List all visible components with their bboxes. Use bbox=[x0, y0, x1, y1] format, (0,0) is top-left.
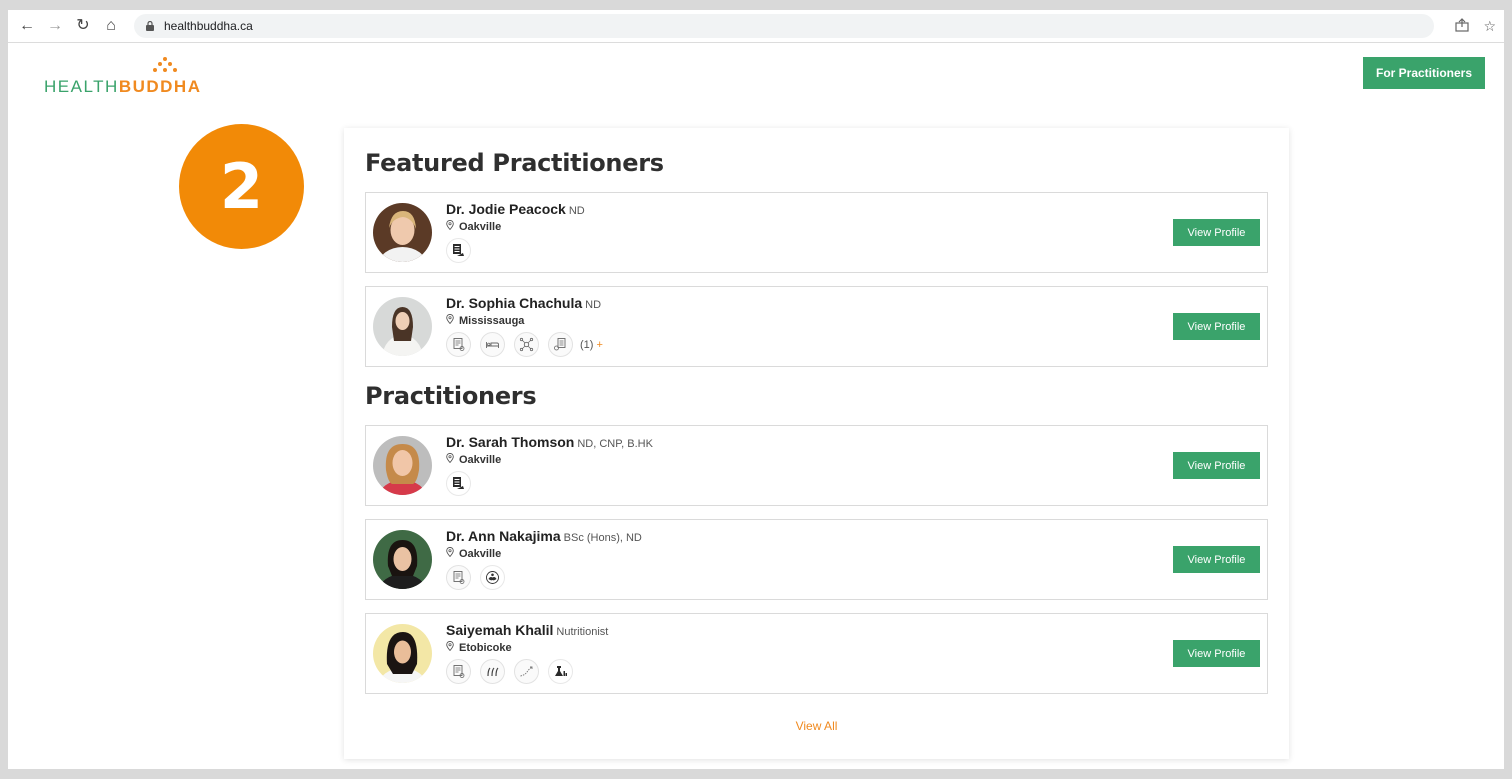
name-text: Saiyemah Khalil bbox=[446, 622, 554, 638]
logo-health: HEALTH bbox=[44, 77, 119, 96]
name-text: Dr. Sophia Chachula bbox=[446, 295, 583, 311]
home-icon[interactable]: ⌂ bbox=[102, 17, 120, 35]
prescription-icon bbox=[446, 659, 471, 684]
practitioner-name[interactable]: Dr. Ann Nakajima BSc (Hons), ND bbox=[446, 528, 642, 544]
practitioner-location: Etobicoke bbox=[446, 641, 512, 654]
practitioners-card: Featured Practitioners Dr. Jodie Peacock… bbox=[344, 128, 1289, 759]
practitioner-name[interactable]: Dr. Jodie Peacock ND bbox=[446, 201, 585, 217]
practitioner-row: Saiyemah Khalil Nutritionist Etobicoke V… bbox=[365, 613, 1268, 694]
url-text: healthbuddha.ca bbox=[164, 19, 253, 33]
service-icons bbox=[446, 659, 573, 684]
growth-icon bbox=[514, 659, 539, 684]
practitioner-name[interactable]: Saiyemah Khalil Nutritionist bbox=[446, 622, 608, 638]
back-icon[interactable]: ← bbox=[18, 17, 36, 35]
view-profile-button[interactable]: View Profile bbox=[1173, 640, 1260, 667]
location-pin-icon bbox=[446, 453, 454, 466]
name-text: Dr. Jodie Peacock bbox=[446, 201, 566, 217]
address-bar[interactable]: healthbuddha.ca bbox=[134, 14, 1434, 38]
avatar bbox=[373, 624, 432, 683]
view-all-link[interactable]: View All bbox=[344, 719, 1289, 733]
logo-dots-icon bbox=[153, 57, 177, 72]
leaves-icon bbox=[480, 659, 505, 684]
practitioner-location: Oakville bbox=[446, 453, 501, 466]
bed-icon bbox=[480, 332, 505, 357]
location-text: Oakville bbox=[459, 547, 502, 560]
browser-window: ← → ↻ ⌂ healthbuddha.ca ☆ HEALTHBUDDHA F… bbox=[8, 10, 1504, 769]
reload-icon[interactable]: ↻ bbox=[74, 17, 92, 35]
credentials: ND bbox=[568, 205, 585, 217]
name-text: Dr. Sarah Thomson bbox=[446, 434, 575, 450]
network-icon bbox=[514, 332, 539, 357]
forward-icon[interactable]: → bbox=[46, 17, 64, 35]
for-practitioners-button[interactable]: For Practitioners bbox=[1363, 57, 1485, 89]
lab-icon bbox=[548, 659, 573, 684]
practitioner-location: Oakville bbox=[446, 220, 501, 233]
share-icon[interactable] bbox=[1455, 18, 1470, 35]
location-text: Etobicoke bbox=[459, 641, 512, 654]
hands-icon bbox=[480, 565, 505, 590]
service-icons bbox=[446, 471, 471, 496]
location-pin-icon bbox=[446, 314, 454, 327]
location-text: Oakville bbox=[459, 453, 502, 466]
clinic-list-icon bbox=[548, 332, 573, 357]
practitioner-name[interactable]: Dr. Sarah Thomson ND, CNP, B.HK bbox=[446, 434, 653, 450]
bookmark-star-icon[interactable]: ☆ bbox=[1483, 18, 1496, 35]
location-pin-icon bbox=[446, 220, 454, 233]
practitioner-row: Dr. Ann Nakajima BSc (Hons), ND Oakville … bbox=[365, 519, 1268, 600]
logo-buddha: BUDDHA bbox=[118, 77, 202, 96]
prescription-icon bbox=[446, 565, 471, 590]
avatar bbox=[373, 297, 432, 356]
credentials: BSc (Hons), ND bbox=[563, 532, 642, 544]
location-text: Mississauga bbox=[459, 314, 525, 327]
practitioner-row: Dr. Sophia Chachula ND Mississauga (1) +… bbox=[365, 286, 1268, 367]
practitioner-location: Oakville bbox=[446, 547, 501, 560]
more-plus: + bbox=[596, 338, 603, 351]
location-pin-icon bbox=[446, 641, 454, 654]
lock-icon bbox=[146, 21, 154, 31]
view-profile-button[interactable]: View Profile bbox=[1173, 452, 1260, 479]
credentials: ND bbox=[585, 299, 602, 311]
healthbuddha-logo[interactable]: HEALTHBUDDHA bbox=[44, 54, 234, 104]
clinic-list-icon bbox=[446, 238, 471, 263]
more-services[interactable]: (1) + bbox=[580, 339, 603, 351]
practitioners-title: Practitioners bbox=[365, 382, 537, 410]
practitioner-location: Mississauga bbox=[446, 314, 524, 327]
location-text: Oakville bbox=[459, 220, 502, 233]
view-profile-button[interactable]: View Profile bbox=[1173, 219, 1260, 246]
avatar bbox=[373, 203, 432, 262]
avatar bbox=[373, 436, 432, 495]
service-icons bbox=[446, 238, 471, 263]
service-icons bbox=[446, 565, 505, 590]
service-icons: (1) + bbox=[446, 332, 603, 357]
more-count: (1) bbox=[580, 338, 594, 351]
featured-practitioners-title: Featured Practitioners bbox=[365, 149, 664, 177]
practitioner-name[interactable]: Dr. Sophia Chachula ND bbox=[446, 295, 601, 311]
practitioner-row: Dr. Sarah Thomson ND, CNP, B.HK Oakville … bbox=[365, 425, 1268, 506]
prescription-icon bbox=[446, 332, 471, 357]
browser-toolbar: ← → ↻ ⌂ healthbuddha.ca ☆ bbox=[8, 10, 1504, 43]
credentials: ND, CNP, B.HK bbox=[577, 438, 653, 450]
logo-text: HEALTHBUDDHA bbox=[44, 77, 201, 97]
step-number-badge: 2 bbox=[179, 124, 304, 249]
view-profile-button[interactable]: View Profile bbox=[1173, 546, 1260, 573]
avatar bbox=[373, 530, 432, 589]
practitioner-row: Dr. Jodie Peacock ND Oakville View Profil… bbox=[365, 192, 1268, 273]
view-profile-button[interactable]: View Profile bbox=[1173, 313, 1260, 340]
credentials: Nutritionist bbox=[556, 626, 609, 638]
name-text: Dr. Ann Nakajima bbox=[446, 528, 561, 544]
location-pin-icon bbox=[446, 547, 454, 560]
clinic-list-icon bbox=[446, 471, 471, 496]
